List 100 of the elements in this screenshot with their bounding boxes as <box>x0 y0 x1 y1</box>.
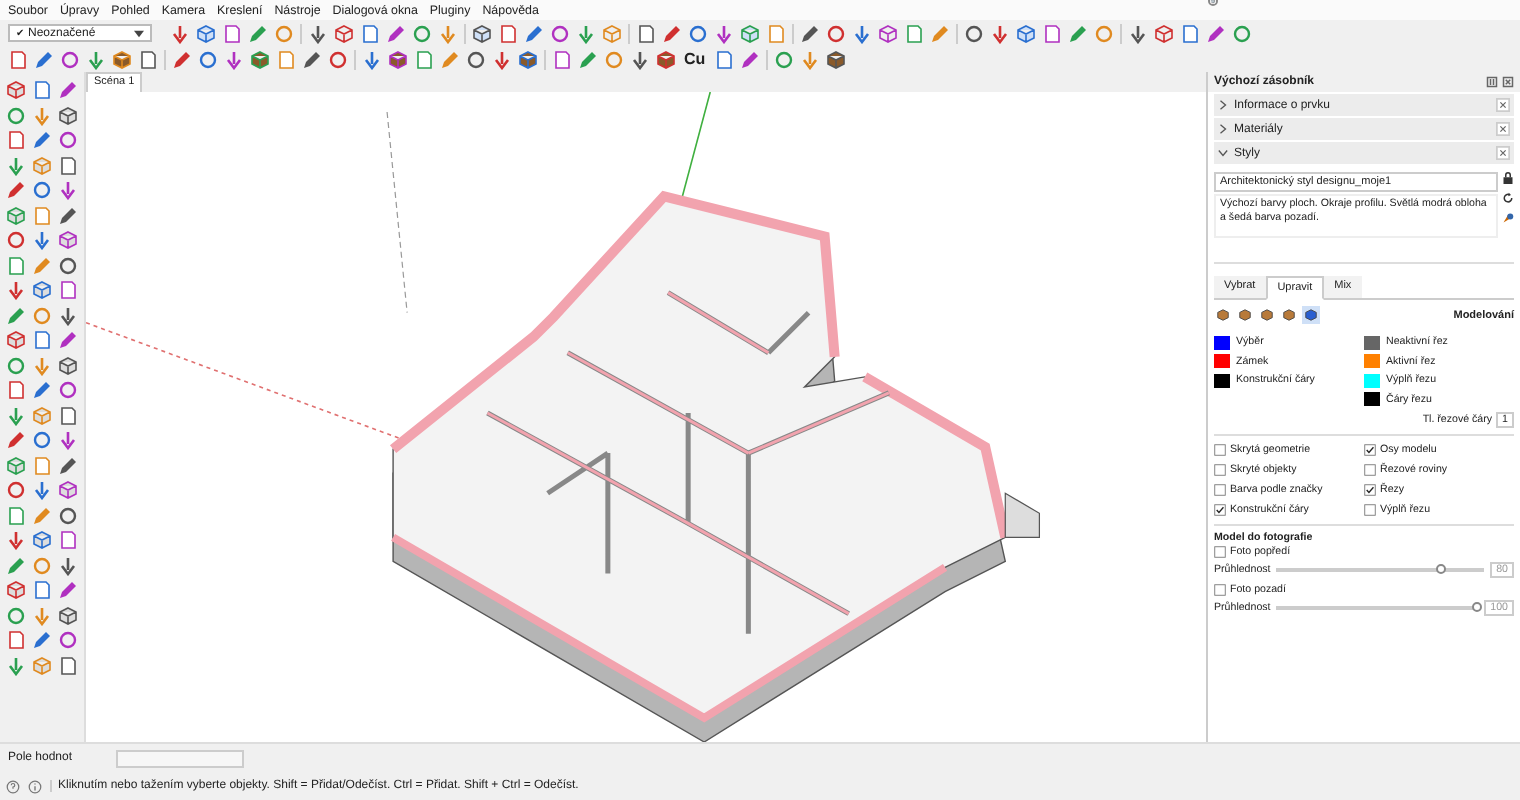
target-icon[interactable] <box>773 49 794 69</box>
target-icon[interactable] <box>688 23 708 43</box>
cube-icon[interactable] <box>1016 23 1036 43</box>
color-swatch[interactable] <box>1364 392 1380 406</box>
paint-icon[interactable] <box>1502 212 1514 224</box>
color-swatch[interactable] <box>1214 354 1230 368</box>
cube-icon[interactable] <box>58 355 78 375</box>
pencil-icon[interactable] <box>58 205 78 225</box>
checkbox[interactable] <box>1364 443 1376 455</box>
pencil-icon[interactable] <box>6 305 26 325</box>
target-icon[interactable] <box>412 23 432 43</box>
cube-icon[interactable] <box>250 49 270 69</box>
color-swatch[interactable] <box>1364 373 1380 387</box>
checkbox[interactable] <box>1214 503 1226 515</box>
target-icon[interactable] <box>6 480 26 500</box>
target-icon[interactable] <box>58 130 78 150</box>
arrow-icon[interactable] <box>308 23 328 43</box>
target-icon[interactable] <box>6 230 26 250</box>
color-swatch[interactable] <box>1214 335 1230 349</box>
cube-icon[interactable] <box>6 330 26 350</box>
arrow-icon[interactable] <box>86 49 106 69</box>
target-icon[interactable] <box>6 355 26 375</box>
arrow-icon[interactable] <box>58 555 78 575</box>
cube-icon[interactable] <box>656 49 676 69</box>
arrow-icon[interactable] <box>170 23 190 43</box>
close-icon[interactable] <box>1496 146 1510 160</box>
arrow-icon[interactable] <box>6 655 26 675</box>
pencil-icon[interactable] <box>32 380 52 400</box>
target-icon[interactable] <box>328 49 348 69</box>
chevron-down-icon[interactable] <box>1218 148 1228 158</box>
arrow-icon[interactable] <box>714 23 734 43</box>
arrow-icon[interactable] <box>58 305 78 325</box>
pencil-icon[interactable] <box>6 430 26 450</box>
close-icon[interactable] <box>1496 98 1510 112</box>
target-icon[interactable] <box>32 430 52 450</box>
checkbox[interactable] <box>1214 483 1226 495</box>
info-icon[interactable] <box>28 779 42 793</box>
arrow-icon[interactable] <box>6 405 26 425</box>
pencil-icon[interactable] <box>32 130 52 150</box>
checkbox[interactable] <box>1364 483 1376 495</box>
arrow-icon[interactable] <box>630 49 650 69</box>
cube-icon[interactable] <box>6 580 26 600</box>
pencil-icon[interactable] <box>58 330 78 350</box>
cube-icon[interactable] <box>58 605 78 625</box>
cube-icon[interactable] <box>58 480 78 500</box>
target-icon[interactable] <box>1232 23 1252 43</box>
pencil-icon[interactable] <box>32 630 52 650</box>
refresh-icon[interactable] <box>1502 192 1514 204</box>
cube-icon[interactable] <box>6 205 26 225</box>
checkbox[interactable] <box>1364 463 1376 475</box>
cube-icon[interactable] <box>112 49 132 69</box>
pencil-icon[interactable] <box>6 180 26 200</box>
color-swatch[interactable] <box>1364 354 1380 368</box>
pencil-icon[interactable] <box>58 580 78 600</box>
target-icon[interactable] <box>198 49 218 69</box>
target-icon[interactable] <box>60 49 80 69</box>
target-icon[interactable] <box>58 505 78 525</box>
chevron-right-icon[interactable] <box>1218 124 1228 134</box>
checkbox[interactable] <box>1364 503 1376 515</box>
cube-icon[interactable] <box>825 49 846 69</box>
close-icon[interactable] <box>1502 76 1514 88</box>
color-swatch[interactable] <box>1214 373 1230 387</box>
lock-icon[interactable] <box>1502 172 1514 184</box>
cube-icon[interactable] <box>6 80 26 100</box>
arrow-icon[interactable] <box>576 23 596 43</box>
pin-icon[interactable] <box>1486 76 1498 88</box>
target-icon[interactable] <box>58 630 78 650</box>
close-icon[interactable] <box>1496 122 1510 136</box>
target-icon[interactable] <box>826 23 846 43</box>
target-icon[interactable] <box>58 255 78 275</box>
arrow-icon[interactable] <box>990 23 1010 43</box>
cube-icon[interactable] <box>1154 23 1174 43</box>
arrow-icon[interactable] <box>6 155 26 175</box>
value-field[interactable] <box>116 749 245 767</box>
cube-icon[interactable] <box>472 23 492 43</box>
arrow-icon[interactable] <box>6 280 26 300</box>
cube-icon[interactable] <box>740 23 760 43</box>
target-icon[interactable] <box>32 180 52 200</box>
pencil-icon[interactable] <box>6 555 26 575</box>
arrow-icon[interactable] <box>32 230 52 250</box>
arrow-icon[interactable] <box>1128 23 1148 43</box>
cube-icon[interactable] <box>878 23 898 43</box>
target-icon[interactable] <box>58 380 78 400</box>
cube-icon[interactable] <box>6 455 26 475</box>
cube-icon[interactable] <box>1302 306 1320 324</box>
cube-icon[interactable] <box>518 49 538 69</box>
color-swatch[interactable] <box>1364 335 1380 349</box>
arrow-icon[interactable] <box>32 480 52 500</box>
help-icon[interactable] <box>6 779 20 793</box>
checkbox[interactable] <box>1214 443 1226 455</box>
cube-icon[interactable] <box>58 105 78 125</box>
target-icon[interactable] <box>964 23 984 43</box>
target-icon[interactable] <box>6 605 26 625</box>
cube-icon[interactable] <box>388 49 408 69</box>
text-tool-button[interactable]: Cu <box>682 50 708 68</box>
cube-icon[interactable] <box>196 23 216 43</box>
arrow-icon[interactable] <box>852 23 872 43</box>
target-icon[interactable] <box>6 105 26 125</box>
cube-icon[interactable] <box>32 530 52 550</box>
arrow-icon[interactable] <box>362 49 382 69</box>
